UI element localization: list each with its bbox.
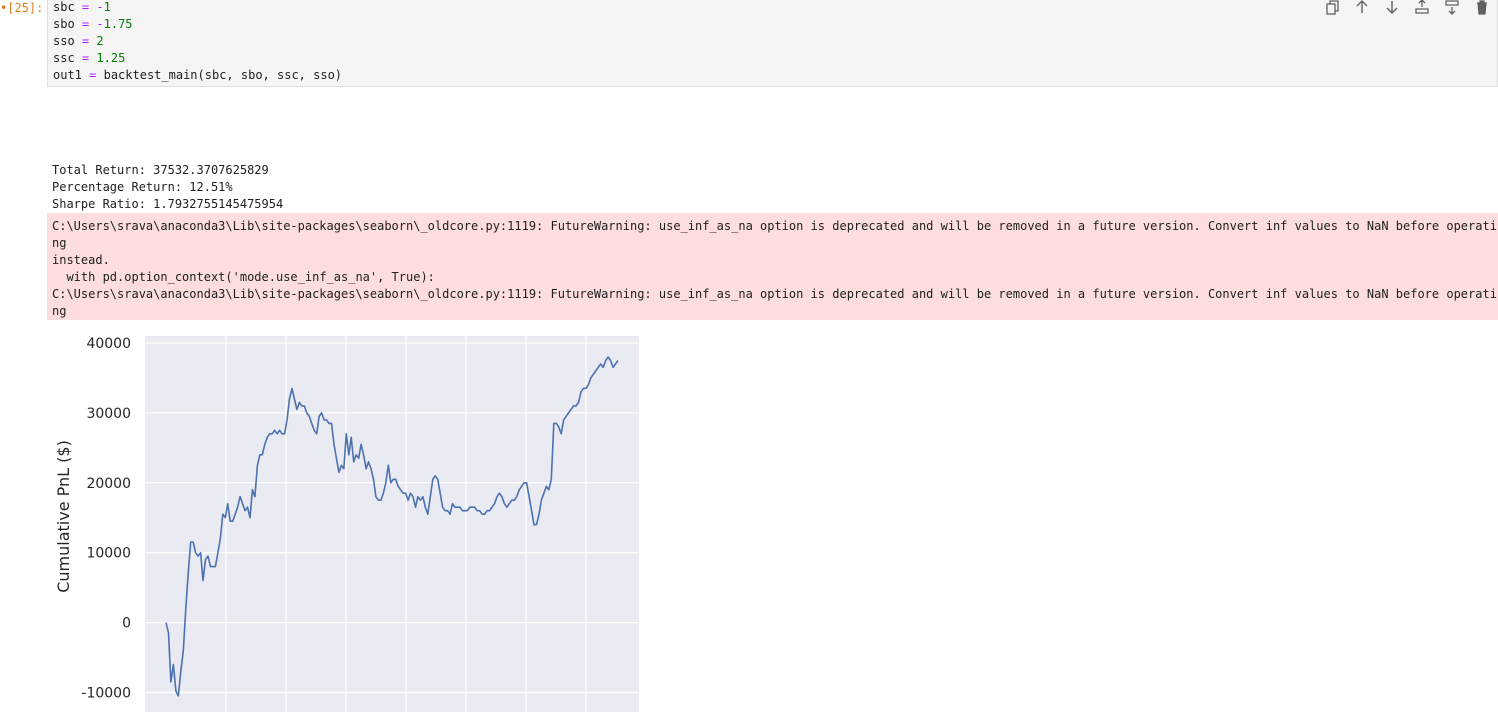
duplicate-cell-button[interactable]	[1322, 0, 1341, 16]
y-tick-label: 40000	[86, 336, 131, 352]
code-line[interactable]: sso = 2	[53, 33, 342, 50]
move-down-button[interactable]	[1382, 0, 1401, 16]
y-tick-label: 20000	[86, 476, 131, 492]
cell-prompt: •[25]:	[0, 0, 43, 17]
code-operator: =	[81, 17, 90, 31]
code-cell-editor[interactable]: sbc = -1 sbo = -1.75 sso = 2 ssc = 1.25 out1…	[47, 0, 1498, 87]
stderr-line: instead.	[52, 253, 110, 267]
insert-above-icon	[1414, 0, 1429, 14]
code-operator: =	[81, 34, 90, 48]
code-call: backtest_main(sbc, sbo, ssc, sso)	[103, 68, 343, 82]
insert-above-button[interactable]	[1412, 0, 1431, 16]
code-number: 1	[103, 0, 111, 14]
pnl-chart: -10000 0 10000 20000 30000 40000 Cumulative Pn…	[54, 336, 639, 712]
y-tick-label: 10000	[86, 546, 131, 562]
stdout-line: Total Return: 37532.3707625829	[52, 163, 269, 177]
code-operator: =	[81, 51, 90, 65]
delete-cell-button[interactable]	[1472, 0, 1491, 16]
cell-toolbar	[1322, 0, 1491, 16]
y-axis-label: Cumulative PnL ($)	[54, 440, 73, 593]
y-tick-label: 30000	[86, 406, 131, 422]
code-operator: =	[89, 68, 97, 82]
arrow-down-icon	[1386, 0, 1397, 14]
code-number: 1.25	[96, 51, 126, 65]
execution-count: [25]:	[7, 1, 44, 15]
code-operator: =	[81, 0, 90, 14]
code-line[interactable]: ssc = 1.25	[53, 50, 342, 67]
duplicate-icon	[1325, 0, 1339, 15]
code-line[interactable]: sbc = -1	[53, 0, 342, 16]
code-number: 2	[96, 34, 104, 48]
code-variable: sbc	[53, 0, 75, 14]
code-lines[interactable]: sbc = -1 sbo = -1.75 sso = 2 ssc = 1.25 out1…	[53, 0, 342, 84]
stderr-line: C:\Users\srava\anaconda3\Lib\site-packag…	[52, 219, 1497, 250]
stderr-warning-output: C:\Users\srava\anaconda3\Lib\site-packag…	[47, 213, 1498, 320]
stdout-line: Sharpe Ratio: 1.7932755145475954	[52, 197, 284, 211]
move-up-button[interactable]	[1352, 0, 1371, 16]
insert-below-button[interactable]	[1442, 0, 1461, 16]
arrow-up-icon	[1356, 0, 1367, 13]
stdout-output: Total Return: 37532.3707625829 Percentage…	[52, 162, 283, 213]
plot-background	[145, 336, 639, 712]
code-minus: -	[96, 17, 104, 31]
code-variable: sso	[53, 34, 75, 48]
code-line[interactable]: out1 = backtest_main(sbc, sbo, ssc, sso)	[53, 67, 342, 84]
y-tick-label: -10000	[81, 685, 131, 701]
y-tick-label: 0	[122, 616, 131, 632]
code-line[interactable]: sbo = -1.75	[53, 16, 342, 33]
insert-below-icon	[1444, 0, 1459, 15]
stderr-line: C:\Users\srava\anaconda3\Lib\site-packag…	[52, 287, 1497, 318]
notebook-view: •[25]: sbc = -1 sbo = -1.75 sso = 2 ssc = 1…	[0, 0, 1498, 712]
code-variable: ssc	[53, 51, 75, 65]
stderr-line: with pd.option_context('mode.use_inf_as_…	[52, 270, 435, 284]
code-variable: sbo	[53, 17, 75, 31]
code-number: 1.75	[103, 17, 133, 31]
code-minus: -	[96, 0, 104, 14]
stdout-line: Percentage Return: 12.51%	[52, 180, 233, 194]
code-variable: out1	[53, 68, 82, 82]
chart-output: -10000 0 10000 20000 30000 40000 Cumulative Pn…	[47, 324, 647, 712]
trash-icon	[1476, 0, 1487, 15]
